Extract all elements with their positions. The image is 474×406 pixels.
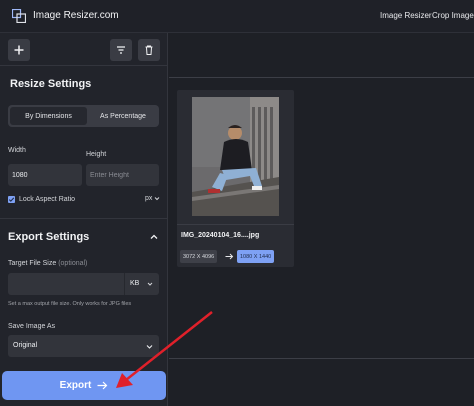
image-card[interactable]: IMG_20240104_16....jpg 3072 X 4096 1080 … [177,90,294,267]
export-settings-title: Export Settings [8,231,90,243]
main-divider-top [169,77,474,78]
target-size-hint: Set a max output file size. Only works f… [8,301,132,307]
nav-image-resizer[interactable]: Image Resizer [380,11,432,20]
export-label: Export [59,380,92,391]
target-size-field[interactable] [8,273,124,295]
filter-button[interactable] [110,39,132,61]
sidebar-toolbar [0,33,168,66]
export-button[interactable]: Export [2,371,166,400]
target-size-label: Target File Size (optional) [8,260,87,267]
main-divider-bottom [169,358,474,359]
arrow-right-icon [97,381,108,390]
height-label: Height [86,151,107,158]
save-as-select[interactable]: Original [8,335,159,357]
frame-corners-icon[interactable] [12,9,26,23]
chevron-up-icon[interactable] [150,233,158,241]
photo-preview [192,97,279,216]
chevron-down-icon [147,282,153,286]
brand-name[interactable]: Image Resizer.com [33,10,119,21]
optional-tag: (optional) [58,260,88,267]
image-thumbnail[interactable] [192,97,279,216]
save-as-value: Original [13,342,38,349]
new-dimensions-badge: 1080 X 1440 [237,250,275,263]
resize-mode-toggle: By Dimensions As Percentage [8,105,159,127]
card-divider [177,224,294,225]
save-as-label: Save Image As [8,323,56,330]
top-bar: Image Resizer.com Image Resizer Crop Ima… [0,0,474,33]
add-image-button[interactable] [8,39,30,61]
file-name: IMG_20240104_16....jpg [181,232,260,239]
resize-settings-title: Resize Settings [10,78,92,90]
settings-sidebar: Resize Settings By Dimensions As Percent… [0,33,168,406]
width-label: Width [8,147,26,154]
lock-aspect-label[interactable]: Lock Aspect Ratio [19,196,75,203]
mode-as-percentage[interactable]: As Percentage [89,107,157,125]
size-unit-select[interactable]: KB [124,273,159,295]
lock-aspect-checkbox[interactable] [8,196,15,203]
unit-value: px [145,195,153,202]
delete-button[interactable] [138,39,160,61]
arrow-right-icon [225,253,234,260]
chevron-down-icon [146,345,153,349]
section-divider [0,218,168,219]
trash-icon [145,45,153,55]
unit-select[interactable]: px [145,195,160,202]
original-dimensions-badge: 3072 X 4096 [180,250,218,263]
chevron-down-icon [155,196,160,200]
nav-crop-image[interactable]: Crop Image [432,11,474,20]
filter-icon [117,46,125,54]
height-field[interactable] [86,164,159,186]
mode-by-dimensions[interactable]: By Dimensions [10,107,87,125]
size-unit-value: KB [130,280,140,287]
plus-icon [14,45,24,55]
target-size-label-text: Target File Size [8,260,57,267]
checkmark-icon [8,197,15,202]
width-field[interactable] [8,164,82,186]
